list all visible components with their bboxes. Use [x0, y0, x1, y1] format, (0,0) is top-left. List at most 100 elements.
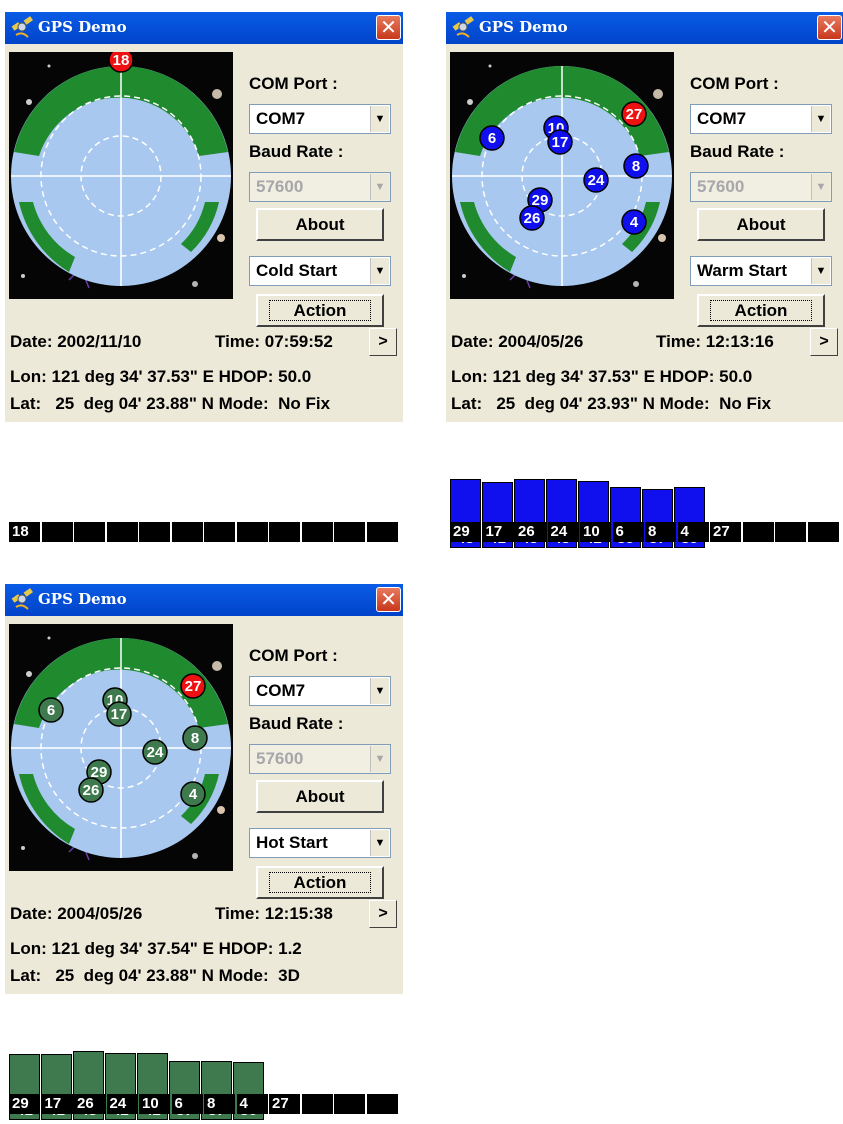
- sky-view-radar: 18: [9, 52, 233, 299]
- prn-cell: 17: [41, 1094, 73, 1114]
- com-port-select[interactable]: COM7 ▼: [249, 676, 391, 706]
- longitude-text: Lon: 121 deg 34' 37.53" E HDOP: 50.0: [10, 367, 312, 386]
- prn-cell: 29: [450, 522, 481, 542]
- com-port-select[interactable]: COM7 ▼: [249, 104, 391, 134]
- chevron-down-icon[interactable]: ▼: [370, 174, 389, 200]
- chevron-right-icon: >: [378, 333, 388, 350]
- com-port-label: COM Port :: [249, 74, 338, 93]
- baud-rate-value: 57600: [256, 177, 304, 196]
- chevron-down-icon[interactable]: ▼: [370, 106, 389, 132]
- prn-cell: 26: [74, 1094, 105, 1114]
- next-page-button[interactable]: >: [810, 328, 838, 356]
- prn-cell: 4: [236, 1094, 268, 1114]
- title-bar[interactable]: GPS Demo ✕: [5, 12, 403, 44]
- chevron-right-icon: >: [378, 905, 388, 922]
- com-port-value: COM7: [256, 681, 306, 700]
- time-text: Time: 07:59:52: [215, 332, 333, 351]
- about-button[interactable]: About: [256, 780, 384, 813]
- com-port-label: COM Port :: [249, 646, 338, 665]
- satellite-marker: 27: [180, 673, 206, 699]
- date-text: Date: 2004/05/26: [10, 904, 143, 923]
- prn-cell: [366, 522, 398, 542]
- date-text: Date: 2004/05/26: [451, 332, 584, 351]
- satellite-id: 4: [630, 214, 639, 231]
- chevron-down-icon[interactable]: ▼: [811, 174, 830, 200]
- prn-cell: [775, 522, 806, 542]
- action-button[interactable]: Action: [256, 294, 384, 327]
- satellite-app-icon: [11, 588, 33, 610]
- date-text: Date: 2002/11/10: [10, 332, 142, 351]
- satellite-id: 18: [113, 52, 130, 69]
- start-mode-select[interactable]: Hot Start ▼: [249, 828, 391, 858]
- chevron-down-icon[interactable]: ▼: [811, 106, 830, 132]
- latitude-text: Lat: 25 deg 04' 23.93" N Mode: No Fix: [451, 394, 772, 413]
- prn-cell: [204, 522, 235, 542]
- satellite-id: 24: [588, 172, 605, 189]
- close-button[interactable]: ✕: [817, 15, 842, 40]
- prn-cell: 27: [710, 522, 741, 542]
- com-port-select[interactable]: COM7 ▼: [690, 104, 832, 134]
- title-bar[interactable]: GPS Demo ✕: [5, 584, 403, 616]
- satellite-marker: 17: [547, 129, 573, 155]
- about-button[interactable]: About: [697, 208, 825, 241]
- start-mode-value: Cold Start: [256, 261, 338, 280]
- prn-cell: 27: [269, 1094, 300, 1114]
- action-label: Action: [709, 300, 813, 321]
- prn-cell: [269, 522, 300, 542]
- baud-rate-select[interactable]: 57600 ▼: [249, 744, 391, 774]
- chevron-down-icon[interactable]: ▼: [370, 830, 389, 856]
- chevron-down-icon[interactable]: ▼: [370, 746, 389, 772]
- satellite-id: 8: [632, 158, 640, 175]
- chevron-down-icon[interactable]: ▼: [811, 258, 830, 284]
- satellite-marker: 27: [621, 101, 647, 127]
- prn-cell: 10: [580, 522, 611, 542]
- close-button[interactable]: ✕: [376, 587, 401, 612]
- start-mode-select[interactable]: Cold Start ▼: [249, 256, 391, 286]
- satellite-id: 26: [524, 210, 541, 227]
- about-button[interactable]: About: [256, 208, 384, 241]
- title-bar[interactable]: GPS Demo ✕: [446, 12, 843, 44]
- gps-window-cold-start: GPS Demo ✕ 18 COM Port: COM7 ▼ Baud Rat…: [5, 12, 403, 552]
- prn-cell: [106, 522, 138, 542]
- prn-cell: [171, 522, 203, 542]
- prn-cell: 29: [9, 1094, 40, 1114]
- prn-cell: 24: [106, 1094, 138, 1114]
- longitude-text: Lon: 121 deg 34' 37.54" E HDOP: 1.2: [10, 939, 302, 958]
- action-button[interactable]: Action: [256, 866, 384, 899]
- satellite-id: 27: [626, 106, 643, 123]
- satellite-marker: 8: [182, 725, 208, 751]
- gps-window-warm-start: GPS Demo ✕ 27 6 10 17 8 24 29 26 4 COM P…: [446, 12, 843, 552]
- start-mode-value: Warm Start: [697, 261, 788, 280]
- satellite-id: 6: [47, 702, 55, 719]
- client-area: 27 6 10 17 8 24 29 26 4 COM Port : COM7 ▼ Baud R…: [5, 616, 403, 1124]
- latitude-text: Lat: 25 deg 04' 23.88" N Mode: No Fix: [10, 394, 331, 413]
- satellite-app-icon: [452, 16, 474, 38]
- satellite-marker: 24: [583, 167, 609, 193]
- about-label: About: [295, 787, 345, 806]
- close-button[interactable]: ✕: [376, 15, 401, 40]
- baud-rate-select[interactable]: 57600 ▼: [690, 172, 832, 202]
- control-panel: 27 6 10 17 8 24 29 26 4 COM Port : COM7 ▼ Baud R…: [446, 44, 843, 422]
- prn-cell: 26: [515, 522, 546, 542]
- start-mode-select[interactable]: Warm Start ▼: [690, 256, 832, 286]
- prn-cell: [41, 522, 73, 542]
- baud-rate-label: Baud Rate :: [249, 714, 344, 733]
- gps-window-hot-start: GPS Demo ✕ 27 6 10 17 8 24 29 26 4 COM P…: [5, 584, 403, 1124]
- next-page-button[interactable]: >: [369, 900, 397, 928]
- start-mode-value: Hot Start: [256, 833, 328, 852]
- action-button[interactable]: Action: [697, 294, 825, 327]
- next-page-button[interactable]: >: [369, 328, 397, 356]
- prn-cell: [742, 522, 774, 542]
- sky-view-radar: 27610178242926 4: [450, 52, 674, 299]
- prn-cell: 24: [547, 522, 579, 542]
- chevron-down-icon[interactable]: ▼: [370, 678, 389, 704]
- satellite-marker: 18: [108, 52, 134, 73]
- prn-cell: 8: [204, 1094, 235, 1114]
- satellite-id: 17: [552, 134, 569, 151]
- prn-cell: [366, 1094, 398, 1114]
- chevron-down-icon[interactable]: ▼: [370, 258, 389, 284]
- baud-rate-select[interactable]: 57600 ▼: [249, 172, 391, 202]
- satellite-marker: 24: [142, 739, 168, 765]
- prn-cell: [334, 1094, 365, 1114]
- prn-cell: [236, 522, 268, 542]
